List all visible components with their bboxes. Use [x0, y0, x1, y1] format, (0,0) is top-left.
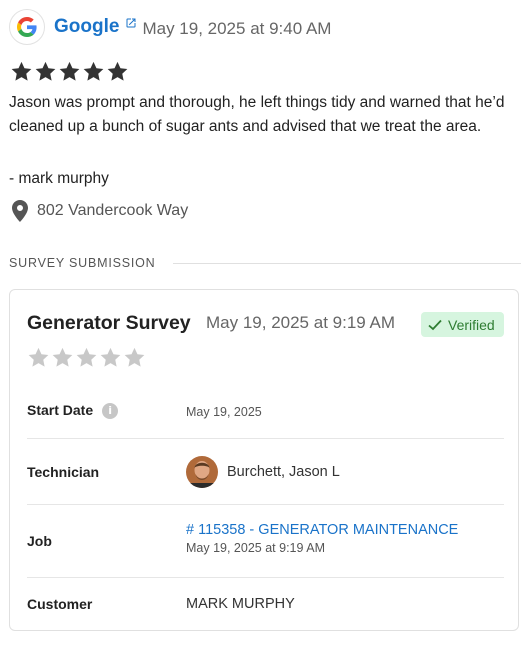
survey-date: May 19, 2025 at 9:19 AM	[206, 313, 396, 332]
job-value: # 115358 - GENERATOR MAINTENANCE May 19,…	[186, 522, 458, 555]
verified-label: Verified	[448, 316, 495, 333]
technician-value[interactable]: Burchett, Jason L	[186, 456, 340, 488]
review-text: Jason was prompt and thorough, he left t…	[9, 94, 505, 135]
survey-card: Generator Survey May 19, 2025 at 9:19 AM…	[9, 289, 519, 631]
customer-label: Customer	[27, 596, 93, 612]
star-icon	[106, 60, 130, 82]
review-rating	[10, 60, 130, 82]
section-title: SURVEY SUBMISSION	[9, 256, 156, 270]
star-icon	[58, 60, 82, 82]
star-icon[interactable]	[75, 346, 99, 368]
job-label: Job	[27, 533, 52, 549]
customer-name: MARK MURPHY	[186, 596, 295, 612]
avatar	[186, 456, 218, 488]
review-source-link[interactable]: Google	[54, 16, 137, 38]
review-header: Google May 19, 2025 at 9:40 AM	[9, 9, 331, 45]
technician-name[interactable]: Burchett, Jason L	[227, 464, 340, 480]
external-link-icon[interactable]	[125, 17, 137, 29]
survey-rating[interactable]	[27, 346, 147, 368]
row-divider	[27, 438, 504, 439]
start-date-value: May 19, 2025	[186, 405, 262, 419]
start-date-label-text: Start Date	[27, 402, 94, 418]
job-date: May 19, 2025 at 9:19 AM	[186, 541, 325, 555]
star-icon[interactable]	[51, 346, 75, 368]
star-icon	[10, 60, 34, 82]
technician-label: Technician	[27, 464, 100, 480]
location-pin-icon	[12, 200, 28, 222]
start-date-label: Start Date i	[27, 402, 119, 420]
survey-section-divider: SURVEY SUBMISSION	[9, 256, 521, 270]
verified-badge: Verified	[421, 312, 504, 337]
divider-line	[172, 262, 521, 264]
info-icon[interactable]: i	[102, 403, 119, 420]
star-icon[interactable]	[123, 346, 147, 368]
address-text: 802 Vandercook Way	[37, 202, 189, 219]
job-link[interactable]: # 115358 - GENERATOR MAINTENANCE	[186, 522, 458, 538]
survey-title: Generator Survey	[27, 312, 191, 334]
star-icon	[82, 60, 106, 82]
review-address: 802 Vandercook Way	[12, 200, 188, 222]
star-icon[interactable]	[99, 346, 123, 368]
google-logo-icon	[9, 9, 45, 45]
star-icon[interactable]	[27, 346, 51, 368]
review-author: - mark murphy	[9, 170, 109, 187]
review-date: May 19, 2025 at 9:40 AM	[142, 19, 332, 38]
review-source-name[interactable]: Google	[54, 16, 119, 38]
row-divider	[27, 504, 504, 505]
row-divider	[27, 577, 504, 578]
check-icon	[428, 319, 442, 330]
star-icon	[34, 60, 58, 82]
